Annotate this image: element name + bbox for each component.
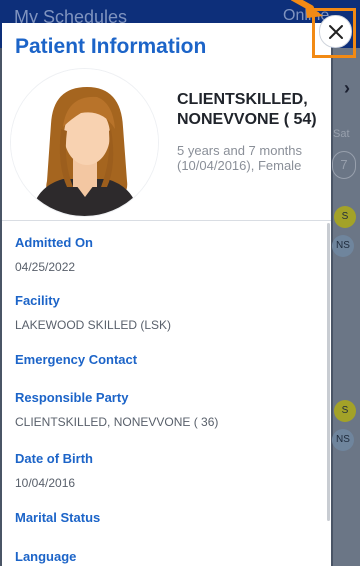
- divider: [2, 220, 331, 221]
- close-icon: [328, 24, 343, 39]
- responsible-party-value: CLIENTSKILLED, NONEVVONE ( 36): [15, 415, 219, 429]
- marital-status-label: Marital Status: [15, 510, 101, 525]
- patient-age-gender: 5 years and 7 months (10/04/2016), Femal…: [177, 143, 303, 173]
- schedule-badge: S: [334, 206, 356, 228]
- date-of-birth-value: 10/04/2016: [15, 476, 76, 490]
- schedule-badge: S: [334, 400, 356, 422]
- next-chevron-icon: ›: [344, 78, 350, 98]
- close-button[interactable]: [319, 15, 352, 48]
- background-calendar-strip: [333, 48, 360, 566]
- panel-title: Patient Information: [15, 35, 207, 58]
- responsible-party-label: Responsible Party: [15, 390, 129, 405]
- background-day-number: 7: [332, 151, 356, 179]
- facility-label: Facility: [15, 293, 60, 308]
- patient-name: CLIENTSKILLED, NONEVVONE ( 54): [177, 91, 317, 128]
- date-of-birth-label: Date of Birth: [15, 451, 93, 466]
- scrollbar[interactable]: [327, 223, 330, 521]
- schedule-badge: NS: [332, 235, 354, 257]
- facility-value: LAKEWOOD SKILLED (LSK): [15, 318, 172, 332]
- admitted-on-label: Admitted On: [15, 235, 93, 250]
- emergency-contact-label: Emergency Contact: [15, 352, 138, 367]
- background-day-of-week: Sat: [333, 128, 350, 140]
- admitted-on-value: 04/25/2022: [15, 260, 76, 274]
- patient-information-panel: Patient Information CLIENTSKILLED, NONEV…: [2, 23, 331, 566]
- language-label: Language: [15, 549, 77, 564]
- schedule-badge: NS: [332, 429, 354, 451]
- patient-avatar: [11, 69, 158, 216]
